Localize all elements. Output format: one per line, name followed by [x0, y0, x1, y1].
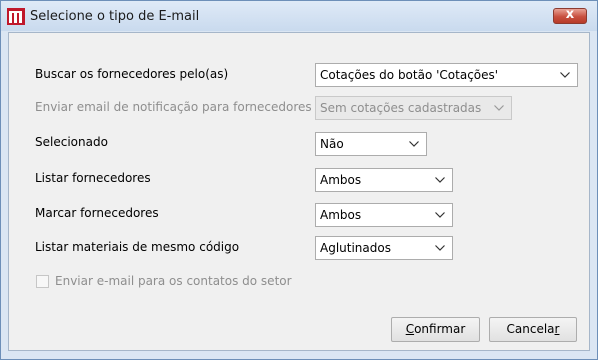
same-code-materials-label: Listar materiais de mesmo código [35, 240, 240, 254]
same-code-materials-select[interactable]: Aglutinados [315, 236, 453, 260]
dialog-window: Selecione o tipo de E-mail x Buscar os f… [0, 0, 598, 360]
mark-suppliers-label: Marcar fornecedores [35, 206, 159, 220]
sector-contacts-checkbox-label: Enviar e-mail para os contatos do setor [55, 274, 292, 288]
title-bar[interactable]: Selecione o tipo de E-mail x [1, 1, 597, 31]
cancel-button-label: Cancelar [506, 322, 560, 336]
chevron-down-icon [494, 105, 504, 111]
chevron-down-icon [409, 141, 419, 147]
notification-email-select: Sem cotações cadastradas [315, 96, 512, 120]
close-button[interactable]: x [553, 7, 587, 24]
mark-suppliers-select[interactable]: Ambos [315, 203, 453, 227]
chevron-down-icon [435, 212, 445, 218]
confirm-button[interactable]: Confirmar [391, 317, 480, 342]
search-suppliers-value: Cotações do botão 'Cotações' [320, 68, 499, 82]
mark-suppliers-value: Ambos [320, 208, 362, 222]
same-code-materials-value: Aglutinados [320, 241, 391, 255]
confirm-button-label: Confirmar [405, 322, 466, 336]
chevron-down-icon [560, 72, 570, 78]
window-title: Selecione o tipo de E-mail [30, 9, 200, 24]
list-suppliers-select[interactable]: Ambos [315, 168, 453, 192]
sector-contacts-checkbox [36, 275, 49, 288]
chevron-down-icon [435, 177, 445, 183]
list-suppliers-value: Ambos [320, 173, 362, 187]
notification-email-value: Sem cotações cadastradas [320, 101, 482, 115]
selected-value: Não [320, 137, 344, 151]
dialog-body: Buscar os fornecedores pelo(as) Cotações… [8, 32, 590, 351]
close-icon: x [565, 7, 575, 22]
notification-email-label: Enviar email de notificação para fornece… [35, 100, 312, 114]
chevron-down-icon [435, 245, 445, 251]
app-logo-icon [7, 8, 25, 25]
search-suppliers-label: Buscar os fornecedores pelo(as) [35, 67, 229, 81]
search-suppliers-select[interactable]: Cotações do botão 'Cotações' [315, 63, 578, 87]
list-suppliers-label: Listar fornecedores [35, 171, 151, 185]
cancel-button[interactable]: Cancelar [489, 317, 577, 342]
selected-label: Selecionado [35, 135, 108, 149]
selected-select[interactable]: Não [315, 132, 427, 156]
